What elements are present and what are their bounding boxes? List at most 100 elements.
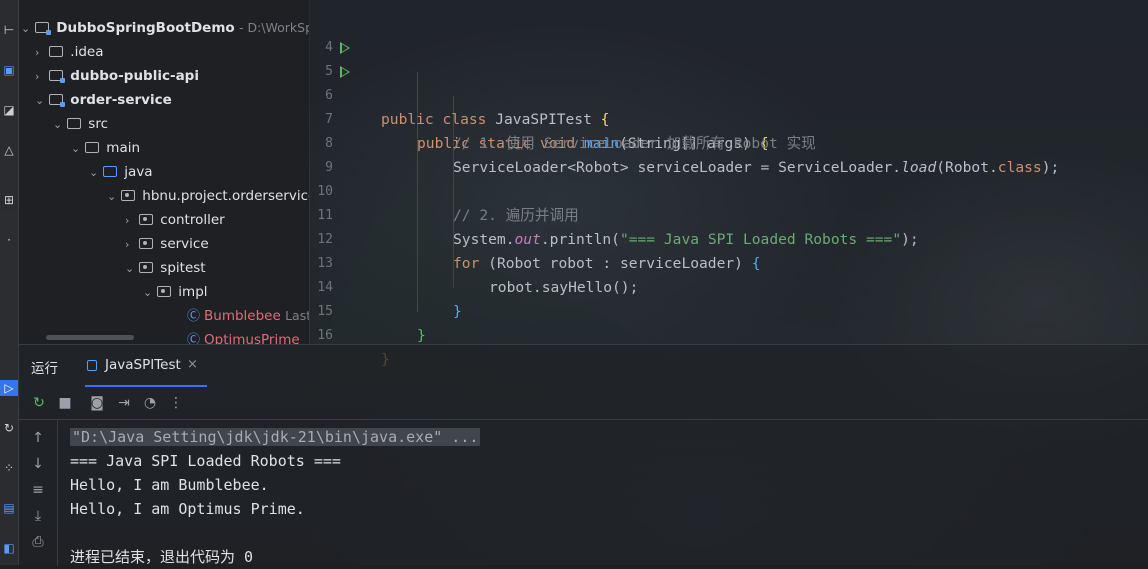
left-tool-strip: ⊢ ▣ ◪ △ ⊞ · ▷ ↻ ⁘ ▤ ◧	[0, 0, 19, 565]
chevron-down-icon[interactable]: ⌄	[71, 137, 85, 161]
rerun-icon[interactable]: ↻	[31, 395, 47, 411]
code-line: 15 }	[317, 304, 426, 344]
tree-item-label: hbnu.project.orderservice	[142, 188, 309, 204]
module-icon	[49, 94, 65, 107]
stop-icon[interactable]: ■	[57, 395, 73, 411]
tree-item-order-service[interactable]: ⌄ order-service	[35, 88, 172, 112]
tree-item-idea[interactable]: › .idea	[35, 40, 104, 64]
code-editor[interactable]: 4 5 public class JavaSPITest { 6 public …	[310, 0, 1148, 368]
warning-icon[interactable]: △	[0, 142, 18, 158]
code-line: 7 // 1. 使用 ServiceLoader 加载所有 Robot 实现	[325, 112, 816, 152]
chevron-right-icon[interactable]: ›	[35, 41, 49, 65]
console-output[interactable]: "D:\Java Setting\jdk\jdk-21\bin\java.exe…	[70, 425, 481, 569]
code-line: 6 public static void main(String[] args)…	[310, 60, 1148, 152]
tree-item-bumblebee[interactable]: Ⓒ Bumblebee Last	[187, 304, 309, 328]
console-line: === Java SPI Loaded Robots ===	[70, 452, 341, 470]
tree-item-controller[interactable]: › controller	[125, 208, 225, 232]
console-side-toolbar: ↑ ↓ ≡ ⤓ ⎙	[19, 420, 58, 566]
code-line: 12 for (Robot robot : serviceLoader) {	[317, 232, 761, 272]
console-line: Hello, I am Optimus Prime.	[70, 500, 305, 518]
print-icon[interactable]: ⎙	[30, 534, 46, 550]
code-line: 8 ServiceLoader<Robot> serviceLoader = S…	[325, 136, 1060, 176]
tree-item-label: main	[106, 140, 141, 156]
root-path: - D:\WorkSpa	[238, 20, 309, 35]
chevron-down-icon[interactable]: ⌄	[143, 281, 157, 305]
commit-icon[interactable]: ◪	[0, 102, 18, 118]
package-icon	[157, 286, 171, 297]
project-icon[interactable]: ▣	[0, 62, 18, 78]
tab-label: JavaSPITest	[105, 357, 181, 373]
chevron-right-icon[interactable]: ›	[125, 209, 139, 233]
profiler-icon[interactable]: ◔	[142, 395, 158, 411]
debug-icon[interactable]: ↻	[0, 420, 18, 436]
plugins-icon[interactable]: ⊞	[0, 192, 18, 208]
services-icon[interactable]: ⁘	[0, 460, 18, 476]
module-icon	[35, 22, 51, 35]
folder-icon	[85, 142, 99, 153]
vcs-annotation: Last	[285, 308, 309, 323]
arrow-down-icon[interactable]: ↓	[30, 456, 46, 472]
tree-item-impl[interactable]: ⌄ impl	[143, 280, 208, 304]
code-line: 9	[325, 160, 333, 175]
run-panel-title: 运行	[31, 361, 58, 377]
class-icon: Ⓒ	[187, 333, 201, 344]
tree-item-dubbo-public-api[interactable]: › dubbo-public-api	[35, 64, 199, 88]
module-icon	[49, 70, 65, 83]
tree-item-label: src	[88, 116, 109, 132]
tree-item-java[interactable]: ⌄ java	[89, 160, 153, 184]
run-gutter-icon[interactable]	[340, 42, 350, 54]
package-icon	[121, 190, 135, 201]
tree-item-package-root[interactable]: ⌄ hbnu.project.orderservice	[107, 184, 309, 208]
chevron-down-icon[interactable]: ⌄	[35, 89, 49, 113]
more-actions-icon[interactable]: ⋮	[168, 395, 184, 411]
tree-item-optimusprime[interactable]: Ⓒ OptimusPrime	[187, 328, 300, 344]
code-line: 13 robot.sayHello();	[317, 256, 639, 296]
console-line: 进程已结束，退出代码为 0	[70, 548, 254, 566]
tree-item-service[interactable]: › service	[125, 232, 209, 256]
chevron-right-icon[interactable]: ›	[35, 65, 49, 89]
structure-icon[interactable]: ⊢	[0, 22, 18, 38]
chevron-down-icon[interactable]: ⌄	[21, 17, 35, 41]
tree-item-label: controller	[160, 212, 225, 228]
tree-item-label: .idea	[70, 44, 104, 60]
chevron-down-icon[interactable]: ⌄	[53, 113, 67, 137]
tree-item-label: spitest	[160, 260, 206, 276]
code-line: 10 // 2. 遍历并调用	[317, 184, 579, 224]
run-tool-icon[interactable]: ▷	[0, 380, 18, 396]
terminal-icon[interactable]: ▤	[0, 500, 18, 516]
chevron-down-icon[interactable]: ⌄	[107, 185, 121, 209]
close-icon[interactable]: ×	[187, 357, 198, 372]
arrow-up-icon[interactable]: ↑	[30, 430, 46, 446]
horizontal-scrollbar[interactable]	[46, 335, 134, 340]
code-line: 5 public class JavaSPITest {	[310, 36, 1148, 128]
problems-icon[interactable]: ◧	[0, 540, 18, 556]
soft-wrap-icon[interactable]: ≡	[30, 482, 46, 498]
run-gutter-icon[interactable]	[340, 66, 350, 78]
run-panel: 运行 JavaSPITest × ↻ ■ ◙ ⇥ ◔ ⋮ ↑ ↓ ≡ ⤓ ⎙ "…	[19, 344, 1148, 566]
chevron-right-icon[interactable]: ›	[125, 233, 139, 257]
camera-icon[interactable]: ◙	[89, 395, 105, 411]
package-icon	[139, 262, 153, 273]
source-folder-icon	[103, 166, 117, 177]
code-line: 14 }	[317, 280, 462, 320]
tab-javaspitest[interactable]: JavaSPITest ×	[85, 345, 207, 387]
chevron-down-icon[interactable]: ⌄	[89, 161, 103, 185]
package-icon	[139, 238, 153, 249]
tree-item-src[interactable]: ⌄ src	[53, 112, 108, 136]
tree-item-main[interactable]: ⌄ main	[71, 136, 140, 160]
tree-item-spitest[interactable]: ⌄ spitest	[125, 256, 206, 280]
folder-icon	[49, 46, 63, 57]
tree-root[interactable]: ⌄ DubboSpringBootDemo - D:\WorkSpa	[21, 16, 309, 40]
project-tree: ⌄ DubboSpringBootDemo - D:\WorkSpa › .id…	[19, 0, 309, 344]
tree-item-label: dubbo-public-api	[70, 68, 199, 84]
more-icon[interactable]: ·	[0, 232, 18, 248]
scroll-to-end-icon[interactable]: ⤓	[30, 508, 46, 524]
tree-item-label: java	[124, 164, 153, 180]
tree-item-label: order-service	[70, 92, 172, 108]
tree-item-label: impl	[178, 284, 208, 300]
restore-layout-icon[interactable]: ⇥	[116, 395, 132, 411]
chevron-down-icon[interactable]: ⌄	[125, 257, 139, 281]
console-command-line: "D:\Java Setting\jdk\jdk-21\bin\java.exe…	[70, 428, 481, 446]
tree-item-label: service	[160, 236, 209, 252]
